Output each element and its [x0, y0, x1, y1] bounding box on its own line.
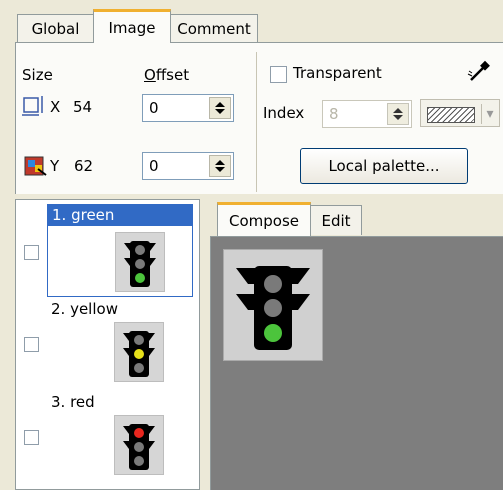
tab-compose[interactable]: Compose — [217, 202, 311, 236]
size-x-label: X — [50, 98, 61, 116]
index-value: 8 — [329, 105, 339, 123]
spin-buttons[interactable] — [387, 103, 409, 125]
frame-checkbox[interactable] — [24, 337, 39, 352]
size-x-icon — [22, 95, 46, 117]
offset-x-value: 0 — [149, 99, 159, 117]
size-y-value: 62 — [74, 157, 94, 175]
chevron-down-icon: ▾ — [481, 104, 498, 124]
tab-image[interactable]: Image — [93, 9, 171, 43]
frame-checkbox[interactable] — [24, 245, 39, 260]
eyedropper-icon[interactable] — [466, 60, 492, 84]
tab-image-label: Image — [108, 18, 156, 37]
offset-label: Offset — [144, 66, 190, 84]
tab-compose-label: Compose — [228, 211, 299, 230]
traffic-light-icon — [124, 241, 156, 287]
list-item-green[interactable]: 1. green — [47, 204, 193, 297]
size-y-icon — [24, 155, 48, 177]
transparent-color-picker[interactable]: ▾ — [420, 99, 500, 127]
index-label: Index — [263, 104, 305, 122]
frame-checkbox[interactable] — [24, 430, 39, 445]
spin-buttons[interactable] — [209, 97, 231, 119]
size-label: Size — [22, 66, 53, 84]
offset-y-value: 0 — [149, 157, 159, 175]
tab-edit[interactable]: Edit — [310, 205, 362, 235]
size-x-value: 54 — [73, 98, 93, 116]
frame-thumbnail[interactable] — [114, 322, 164, 382]
tab-comment-label: Comment — [177, 19, 251, 38]
transparent-checkbox[interactable] — [270, 66, 287, 83]
traffic-light-icon — [236, 266, 310, 350]
index-spinner[interactable]: 8 — [322, 100, 412, 128]
hatch-swatch — [427, 107, 475, 123]
traffic-light-icon — [123, 424, 155, 470]
frame-thumbnail — [115, 232, 165, 292]
offset-y-spinner[interactable]: 0 — [142, 152, 234, 180]
spin-buttons[interactable] — [209, 155, 231, 177]
tab-global-label: Global — [31, 19, 80, 38]
transparent-label: Transparent — [293, 64, 382, 82]
tab-comment[interactable]: Comment — [170, 14, 258, 42]
tab-global[interactable]: Global — [17, 14, 94, 42]
compose-canvas[interactable] — [210, 236, 503, 490]
frame-preview[interactable] — [223, 249, 323, 361]
local-palette-button-label: Local palette... — [328, 157, 440, 175]
frame-thumbnail[interactable] — [114, 415, 164, 475]
group-divider — [256, 52, 257, 192]
frame-label: 2. yellow — [51, 300, 118, 318]
tab-edit-label: Edit — [321, 211, 351, 230]
traffic-light-icon — [123, 331, 155, 377]
offset-x-spinner[interactable]: 0 — [142, 94, 234, 122]
local-palette-button[interactable]: Local palette... — [300, 148, 468, 184]
frame-label: 3. red — [51, 393, 95, 411]
frame-label: 1. green — [48, 205, 192, 226]
frame-list: 1. green 2. yellow 3. red — [15, 199, 200, 490]
size-y-label: Y — [50, 157, 60, 175]
